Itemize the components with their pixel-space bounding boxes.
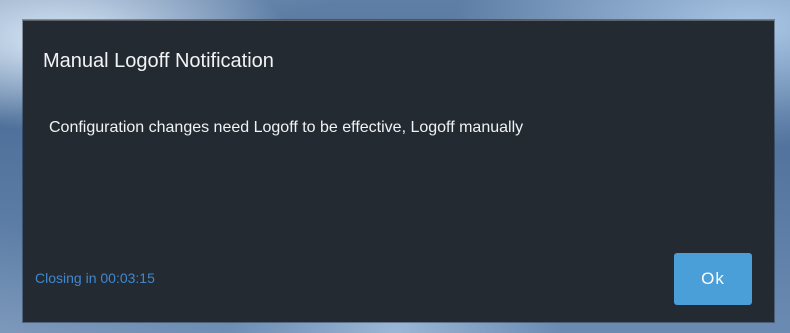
logoff-notification-dialog: Manual Logoff Notification Configuration… — [23, 20, 774, 322]
ok-button[interactable]: Ok — [674, 253, 752, 305]
closing-countdown: Closing in 00:03:15 — [35, 270, 155, 286]
dialog-title: Manual Logoff Notification — [43, 50, 274, 72]
dialog-message: Configuration changes need Logoff to be … — [49, 119, 524, 136]
